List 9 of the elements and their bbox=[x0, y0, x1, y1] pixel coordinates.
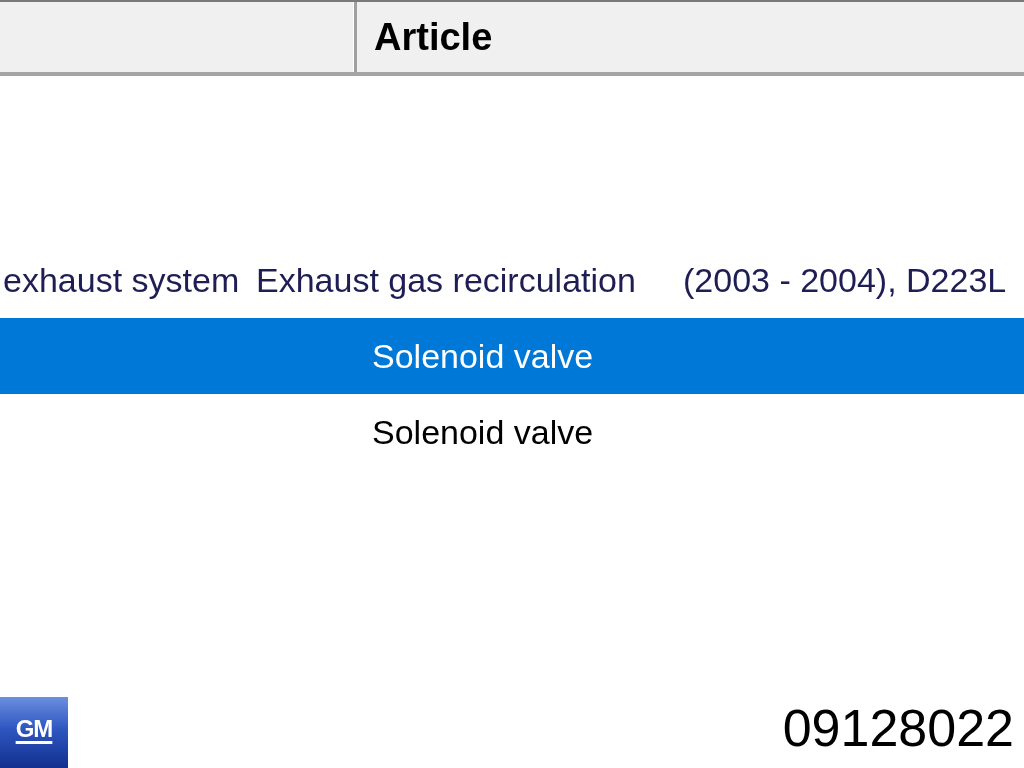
table-cell-text: exhaust system bbox=[3, 263, 241, 297]
table-cell: Solenoid valve bbox=[372, 339, 594, 373]
part-number: 09128022 bbox=[782, 702, 1014, 754]
column-header[interactable]: Article bbox=[374, 18, 493, 56]
table-cell: (2003 - 2004), D223L bbox=[683, 263, 1007, 297]
table-cell-text: Exhaust gas recirculation bbox=[256, 263, 637, 297]
list-row[interactable]: Solenoid valve bbox=[0, 318, 1024, 394]
brand-logo: GM bbox=[0, 697, 68, 768]
table-cell: Solenoid valve bbox=[372, 415, 594, 449]
